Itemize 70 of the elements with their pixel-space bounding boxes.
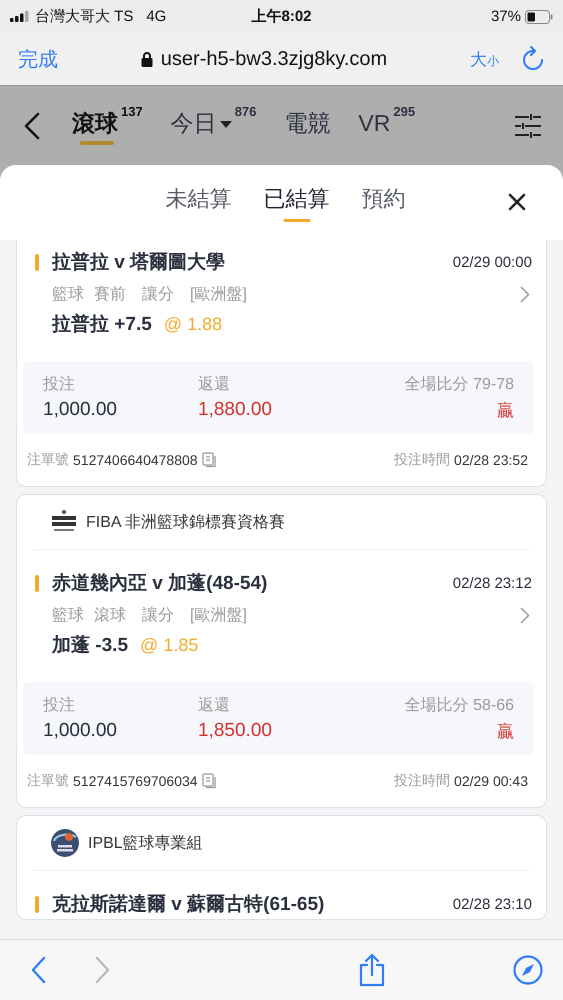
- market-tag: 讓分: [142, 604, 174, 626]
- score-value: 58-66: [473, 696, 514, 714]
- return-label: 返還: [198, 374, 231, 395]
- match-title: 克拉斯諾達爾 v 蘇爾古特(61-65): [52, 892, 326, 917]
- back-icon[interactable]: [31, 956, 47, 984]
- sport-tab[interactable]: VR$^{295}$: [358, 104, 416, 146]
- close-icon[interactable]: [508, 193, 526, 211]
- market-tag: [歐洲盤]: [190, 604, 247, 626]
- league-name: IPBL籃球專業組: [88, 834, 203, 854]
- league-logo-icon: [51, 829, 79, 857]
- status-tab[interactable]: 已結算: [264, 182, 330, 224]
- return-amount: 1,850.00: [198, 720, 273, 742]
- share-icon[interactable]: [358, 953, 386, 987]
- placed-time-label: 投注時間: [394, 772, 450, 790]
- league-name: FIBA 非洲籃球錦標賽資格賽: [86, 512, 286, 532]
- market-tag: 滾球: [94, 604, 126, 626]
- market-tag: 讓分: [142, 284, 174, 304]
- pick-text: 拉普拉 +7.5: [52, 312, 152, 337]
- done-button[interactable]: 完成: [18, 46, 58, 72]
- battery-percent: 37%: [490, 8, 521, 25]
- carrier-name: 台灣大哥大 TS: [35, 7, 134, 26]
- bet-number-label: 注單號: [27, 451, 69, 469]
- status-tab[interactable]: 未結算: [166, 182, 232, 224]
- market-tag: 籃球: [52, 604, 84, 626]
- score-value: 79-78: [473, 376, 514, 392]
- placed-time: 02/29 00:43: [454, 773, 528, 789]
- status-tab[interactable]: 預約: [362, 182, 406, 224]
- return-label: 返還: [198, 696, 231, 716]
- market-tag: 賽前: [94, 284, 126, 304]
- stake-label: 投注: [43, 696, 76, 716]
- odds-text: @ 1.85: [140, 635, 198, 656]
- copy-icon[interactable]: [202, 773, 216, 789]
- match-time: 02/28 23:10: [452, 896, 532, 912]
- chevron-right-icon[interactable]: [520, 286, 530, 302]
- score-label: 全場比分: [404, 696, 469, 714]
- match-title: 赤道幾內亞 v 加蓬(48-54): [52, 572, 268, 596]
- placed-time-label: 投注時間: [394, 451, 450, 469]
- sport-tab[interactable]: 滾球$^{137}$: [72, 104, 143, 146]
- sport-tab[interactable]: 電競: [284, 104, 330, 146]
- pick-text: 加蓬 -3.5: [52, 634, 128, 658]
- clock-time: 上午8:02: [251, 7, 312, 26]
- match-title: 拉普拉 v 塔爾圖大學: [52, 250, 226, 275]
- lock-icon: [140, 51, 153, 67]
- score-label: 全場比分: [404, 376, 469, 392]
- match-time: 02/29 00:00: [452, 254, 532, 270]
- filter-icon[interactable]: [515, 114, 541, 138]
- market-tag: 籃球: [52, 284, 84, 304]
- bet-number-label: 注單號: [27, 772, 69, 790]
- stake-label: 投注: [43, 374, 76, 395]
- stake-amount: 1,000.00: [43, 399, 118, 421]
- match-time: 02/28 23:12: [452, 574, 532, 592]
- copy-icon[interactable]: [202, 452, 216, 468]
- back-icon[interactable]: [24, 112, 40, 140]
- reload-icon[interactable]: [521, 46, 545, 72]
- return-amount: 1,880.00: [198, 399, 273, 421]
- bet-number: 5127415769706034: [73, 773, 198, 789]
- result-text: 贏: [497, 720, 514, 742]
- battery-icon: [525, 10, 553, 24]
- sport-tab[interactable]: 今日 $^{876}$: [170, 104, 256, 146]
- url-text: user-h5-bw3.3zjg8ky.com: [160, 48, 388, 70]
- compass-icon[interactable]: [512, 955, 543, 985]
- chevron-right-icon[interactable]: [520, 606, 530, 624]
- stake-amount: 1,000.00: [43, 720, 118, 742]
- market-tag: [歐洲盤]: [190, 284, 247, 304]
- network-type: 4G: [146, 8, 166, 25]
- result-text: 贏: [497, 400, 514, 422]
- placed-time: 02/28 23:52: [454, 452, 528, 468]
- signal-icon: [10, 11, 30, 22]
- odds-text: @ 1.88: [164, 314, 222, 335]
- bet-number: 5127406640478808: [73, 452, 198, 468]
